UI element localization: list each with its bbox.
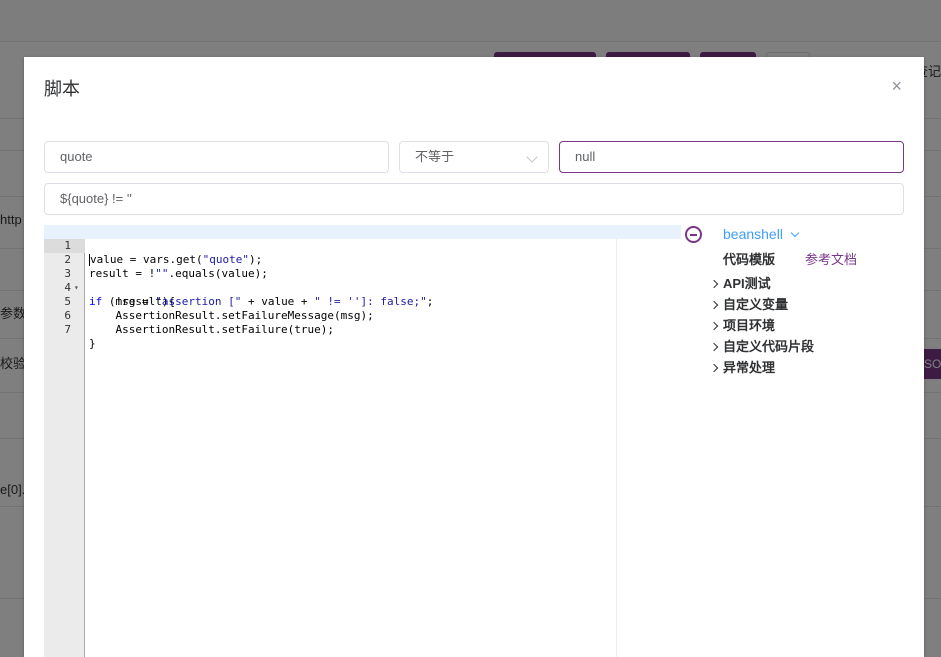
- code-text: }: [89, 337, 96, 350]
- chevron-right-icon: [709, 300, 719, 310]
- language-select-value: beanshell: [723, 226, 783, 242]
- tree-item-custom-snippet[interactable]: 自定义代码片段: [709, 338, 815, 356]
- tree-item-label: 自定义代码片段: [723, 339, 815, 354]
- tree-item-exception[interactable]: 异常处理: [709, 359, 776, 377]
- code-line[interactable]: 6 AssertionResult.setFailure(true);: [44, 295, 681, 336]
- collapse-panel-icon[interactable]: [685, 226, 702, 243]
- operator-select[interactable]: 不等于: [399, 141, 549, 173]
- template-title: 代码模版: [723, 252, 776, 267]
- code-line[interactable]: 2 result = !"".equals(value);: [44, 239, 681, 280]
- code-text: AssertionResult.setFailure(true);: [89, 323, 335, 336]
- tree-item-label: 项目环境: [723, 318, 776, 333]
- chevron-right-icon: [709, 279, 719, 289]
- code-line[interactable]: 3 ▾ if (!result){: [44, 253, 681, 308]
- expected-value-input[interactable]: null: [559, 141, 904, 173]
- script-dialog: 脚本 × quote 不等于 null ${quote} != '' 1 val…: [24, 57, 924, 657]
- chevron-right-icon: [709, 363, 719, 373]
- chevron-right-icon: [709, 342, 719, 352]
- tree-item-label: API测试: [723, 276, 771, 291]
- tree-item-label: 异常处理: [723, 360, 776, 375]
- operator-select-value: 不等于: [415, 149, 455, 164]
- code-line[interactable]: 1 value = vars.get("quote");: [44, 225, 681, 266]
- code-line[interactable]: 5 AssertionResult.setFailureMessage(msg)…: [44, 281, 681, 322]
- code-editor[interactable]: 1 value = vars.get("quote"); 2 result = …: [44, 225, 681, 657]
- code-line[interactable]: 7 }: [44, 309, 681, 350]
- tree-item-custom-variable[interactable]: 自定义变量: [709, 296, 789, 314]
- tree-item-api-test[interactable]: API测试: [709, 275, 771, 293]
- script-expression-input[interactable]: ${quote} != '': [44, 183, 904, 215]
- dialog-title: 脚本: [44, 79, 80, 99]
- language-select[interactable]: beanshell: [723, 225, 800, 243]
- chevron-right-icon: [709, 321, 719, 331]
- close-icon[interactable]: ×: [891, 77, 902, 95]
- tree-item-label: 自定义变量: [723, 297, 789, 312]
- line-number: 7: [64, 323, 71, 336]
- code-line[interactable]: 4 msg = "assertion [" + value + " != '']…: [44, 267, 681, 308]
- chevron-down-icon: [790, 228, 800, 238]
- chevron-down-icon: [526, 151, 538, 163]
- reference-doc-link[interactable]: 参考文档: [805, 249, 857, 268]
- variable-input[interactable]: quote: [44, 141, 389, 173]
- tree-item-project-env[interactable]: 项目环境: [709, 317, 776, 335]
